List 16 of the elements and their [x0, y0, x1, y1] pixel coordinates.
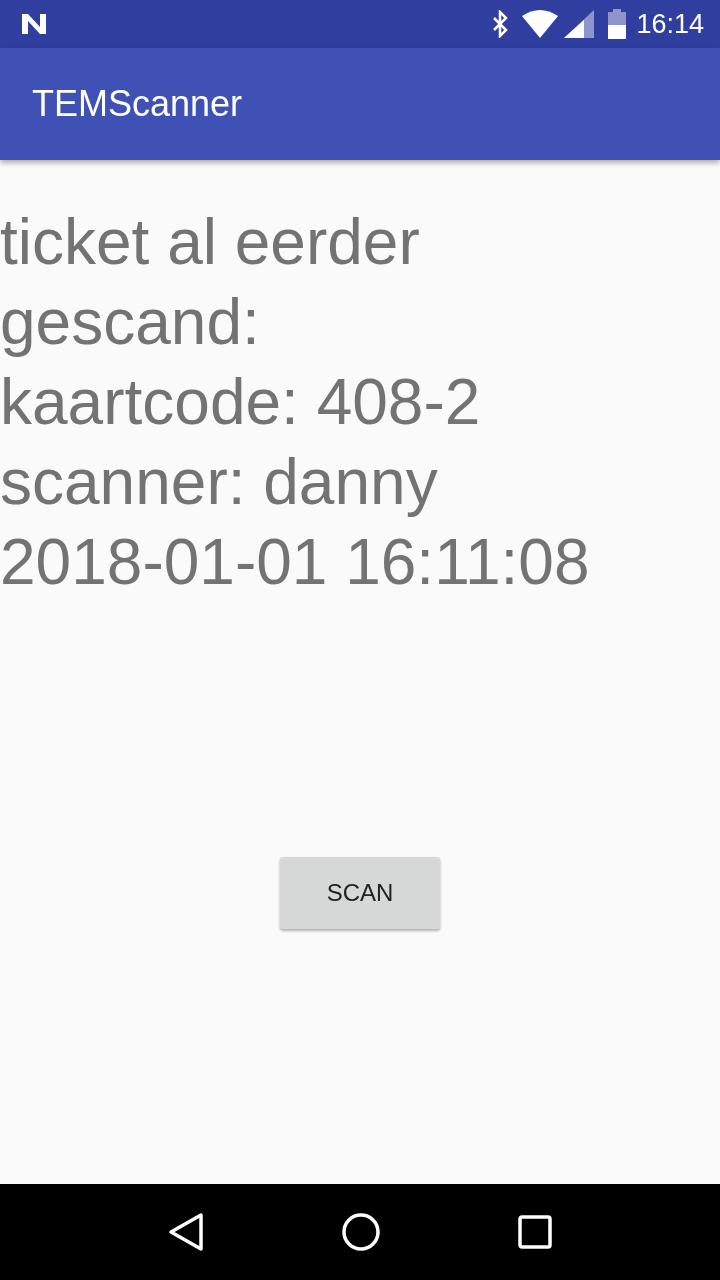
wifi-icon [522, 10, 559, 38]
message-text: ticket al eerder [0, 205, 421, 280]
scan-button[interactable]: SCAN [280, 857, 440, 929]
home-icon[interactable] [341, 1212, 381, 1252]
message-text: gescand: [0, 285, 261, 360]
app-title: TEMScanner [32, 83, 243, 125]
signal-icon [564, 10, 595, 38]
battery-icon [608, 9, 627, 39]
bluetooth-icon [492, 10, 509, 38]
recents-icon[interactable] [517, 1215, 552, 1249]
message-text: scanner: danny [0, 445, 439, 520]
message-text: 2018-01-01 16:11:08 [0, 525, 591, 600]
status-time: 16:14 [636, 8, 704, 40]
notification-icon [20, 12, 48, 36]
message-text: kaartcode: 408-2 [0, 365, 482, 440]
back-icon[interactable] [168, 1212, 205, 1252]
